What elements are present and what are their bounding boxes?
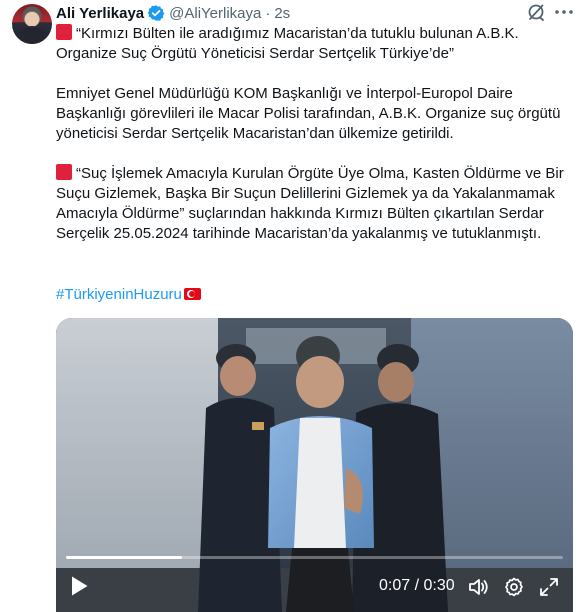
timestamp[interactable]: 2s xyxy=(274,5,290,22)
tweet-paragraph: “Kırmızı Bülten ile aradığımız Macarista… xyxy=(56,24,571,64)
red-square-emoji xyxy=(56,164,72,180)
play-icon[interactable] xyxy=(68,574,90,598)
author-handle[interactable]: @AliYerlikaya xyxy=(169,5,261,22)
progress-bar[interactable] xyxy=(66,556,563,559)
hashtag-line: #TürkiyeninHuzuru xyxy=(56,285,571,305)
tweet-paragraph-text: “Kırmızı Bülten ile aradığımız Macarista… xyxy=(56,25,519,62)
header-separator: · xyxy=(265,4,271,22)
red-square-emoji xyxy=(56,24,72,40)
tweet-header: Ali Yerlikaya @AliYerlikaya · 2s xyxy=(56,3,290,23)
more-icon[interactable] xyxy=(553,2,575,22)
volume-icon[interactable] xyxy=(467,576,489,598)
fullscreen-icon[interactable] xyxy=(538,576,560,598)
tweet[interactable]: Ali Yerlikaya @AliYerlikaya · 2s “Kırmız… xyxy=(0,0,580,612)
time-separator: / xyxy=(414,577,420,594)
current-time: 0:07 xyxy=(379,577,411,594)
progress-fill xyxy=(66,556,182,559)
hashtag-link[interactable]: #TürkiyeninHuzuru xyxy=(56,286,182,303)
tweet-paragraph: “Suç İşlemek Amacıyla Kurulan Örgüte Üye… xyxy=(56,164,571,244)
author-name[interactable]: Ali Yerlikaya xyxy=(56,5,144,22)
turkey-flag-emoji xyxy=(183,288,201,300)
settings-icon[interactable] xyxy=(503,576,525,598)
verified-badge-icon xyxy=(147,5,165,21)
grok-icon[interactable] xyxy=(526,2,546,22)
tweet-paragraph: Emniyet Genel Müdürlüğü KOM Başkanlığı v… xyxy=(56,85,561,142)
video-player[interactable]: 0:07 / 0:30 xyxy=(56,318,573,612)
tweet-paragraph-text: “Suç İşlemek Amacıyla Kurulan Örgüte Üye… xyxy=(56,165,564,242)
video-frame xyxy=(56,318,573,612)
avatar[interactable] xyxy=(12,4,52,44)
video-timecode: 0:07 / 0:30 xyxy=(379,577,455,595)
duration: 0:30 xyxy=(423,577,455,594)
